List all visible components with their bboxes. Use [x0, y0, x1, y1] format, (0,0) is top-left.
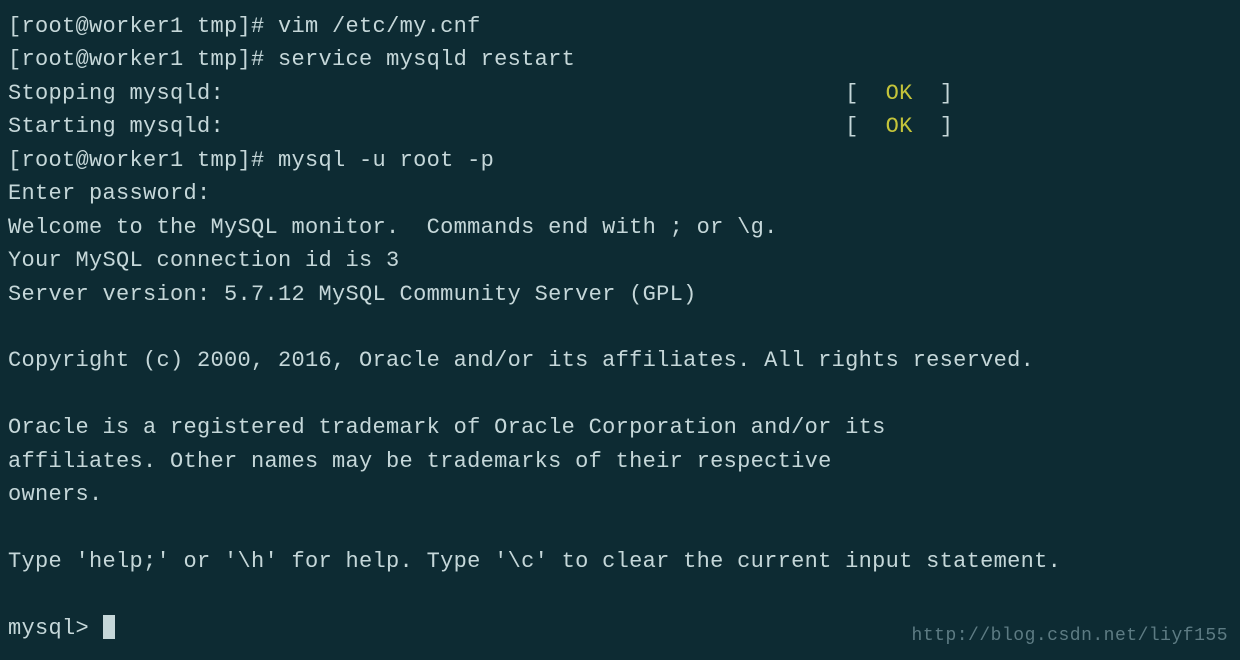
- terminal-line: Oracle is a registered trademark of Orac…: [8, 411, 1232, 444]
- status-label: Stopping mysqld:: [8, 77, 224, 110]
- terminal-line: affiliates. Other names may be trademark…: [8, 445, 1232, 478]
- bracket-open: [: [845, 81, 886, 106]
- terminal-line: Copyright (c) 2000, 2016, Oracle and/or …: [8, 344, 1232, 377]
- service-status-line: Starting mysqld: [ OK ]: [8, 110, 1232, 143]
- shell-prompt: [root@worker1 tmp]#: [8, 14, 278, 39]
- terminal-line: Server version: 5.7.12 MySQL Community S…: [8, 278, 1232, 311]
- cursor: [103, 615, 115, 639]
- empty-line: [8, 512, 1232, 545]
- status-gap: [224, 110, 845, 143]
- terminal-line: Type 'help;' or '\h' for help. Type '\c'…: [8, 545, 1232, 578]
- shell-prompt: [root@worker1 tmp]#: [8, 47, 278, 72]
- watermark-text: http://blog.csdn.net/liyf155: [912, 623, 1228, 650]
- terminal-line: [root@worker1 tmp]# vim /etc/my.cnf: [8, 10, 1232, 43]
- command-text: vim /etc/my.cnf: [278, 14, 481, 39]
- empty-line: [8, 578, 1232, 611]
- bracket-open: [: [845, 114, 886, 139]
- terminal-line: [root@worker1 tmp]# mysql -u root -p: [8, 144, 1232, 177]
- service-status-line: Stopping mysqld: [ OK ]: [8, 77, 1232, 110]
- terminal-line: Welcome to the MySQL monitor. Commands e…: [8, 211, 1232, 244]
- status-bracket: [ OK ]: [845, 77, 953, 110]
- terminal-line: [root@worker1 tmp]# service mysqld resta…: [8, 43, 1232, 76]
- shell-prompt: [root@worker1 tmp]#: [8, 148, 278, 173]
- status-ok: OK: [886, 81, 913, 106]
- bracket-close: ]: [913, 81, 954, 106]
- command-text: mysql -u root -p: [278, 148, 494, 173]
- empty-line: [8, 311, 1232, 344]
- empty-line: [8, 378, 1232, 411]
- status-label: Starting mysqld:: [8, 110, 224, 143]
- terminal-line: Your MySQL connection id is 3: [8, 244, 1232, 277]
- terminal-line: Enter password:: [8, 177, 1232, 210]
- status-bracket: [ OK ]: [845, 110, 953, 143]
- bracket-close: ]: [913, 114, 954, 139]
- status-ok: OK: [886, 114, 913, 139]
- mysql-prompt: mysql>: [8, 616, 103, 641]
- status-gap: [224, 77, 845, 110]
- terminal-line: owners.: [8, 478, 1232, 511]
- command-text: service mysqld restart: [278, 47, 575, 72]
